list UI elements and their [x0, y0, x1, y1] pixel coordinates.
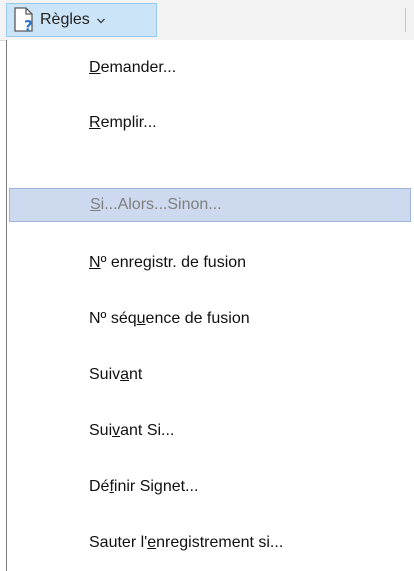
rules-button-label: Règles: [40, 11, 90, 28]
rules-dropdown-button[interactable]: ? Règles: [6, 3, 157, 37]
menu-item-si-alors-sinon[interactable]: Si...Alors...Sinon...: [9, 188, 411, 222]
rules-menu: Demander... Remplir... Si...Alors...Sino…: [6, 40, 414, 571]
menu-item-no-sequence-fusion[interactable]: Nº séquence de fusion: [9, 302, 411, 336]
menu-item-label: Suivant: [89, 366, 143, 383]
menu-item-label: Sauter l'enregistrement si...: [89, 534, 284, 551]
document-question-icon: ?: [14, 7, 33, 33]
chevron-down-icon: [96, 18, 105, 24]
svg-text:?: ?: [24, 17, 33, 33]
menu-item-label: Suivant Si...: [89, 422, 175, 439]
ribbon-separator: [405, 8, 406, 32]
menu-item-remplir[interactable]: Remplir...: [9, 106, 411, 140]
ribbon-bar: ? Règles: [0, 0, 414, 41]
menu-item-definir-signet[interactable]: Définir Signet...: [9, 470, 411, 504]
menu-item-sauter-enregistrement-si[interactable]: Sauter l'enregistrement si...: [9, 526, 411, 560]
screen: ? Règles Demander... Remplir... Si...Alo…: [0, 0, 414, 571]
menu-item-suivant[interactable]: Suivant: [9, 358, 411, 392]
menu-item-label: Nº séquence de fusion: [89, 310, 250, 327]
menu-item-no-enregistr-fusion[interactable]: Nº enregistr. de fusion: [9, 246, 411, 280]
menu-item-suivant-si[interactable]: Suivant Si...: [9, 414, 411, 448]
menu-item-label: Si...Alors...Sinon...: [90, 196, 222, 213]
menu-item-label: Remplir...: [89, 114, 157, 131]
menu-item-label: Demander...: [89, 59, 177, 76]
menu-item-label: Définir Signet...: [89, 478, 199, 495]
menu-item-label: Nº enregistr. de fusion: [89, 254, 247, 271]
menu-item-demander[interactable]: Demander...: [9, 51, 411, 85]
